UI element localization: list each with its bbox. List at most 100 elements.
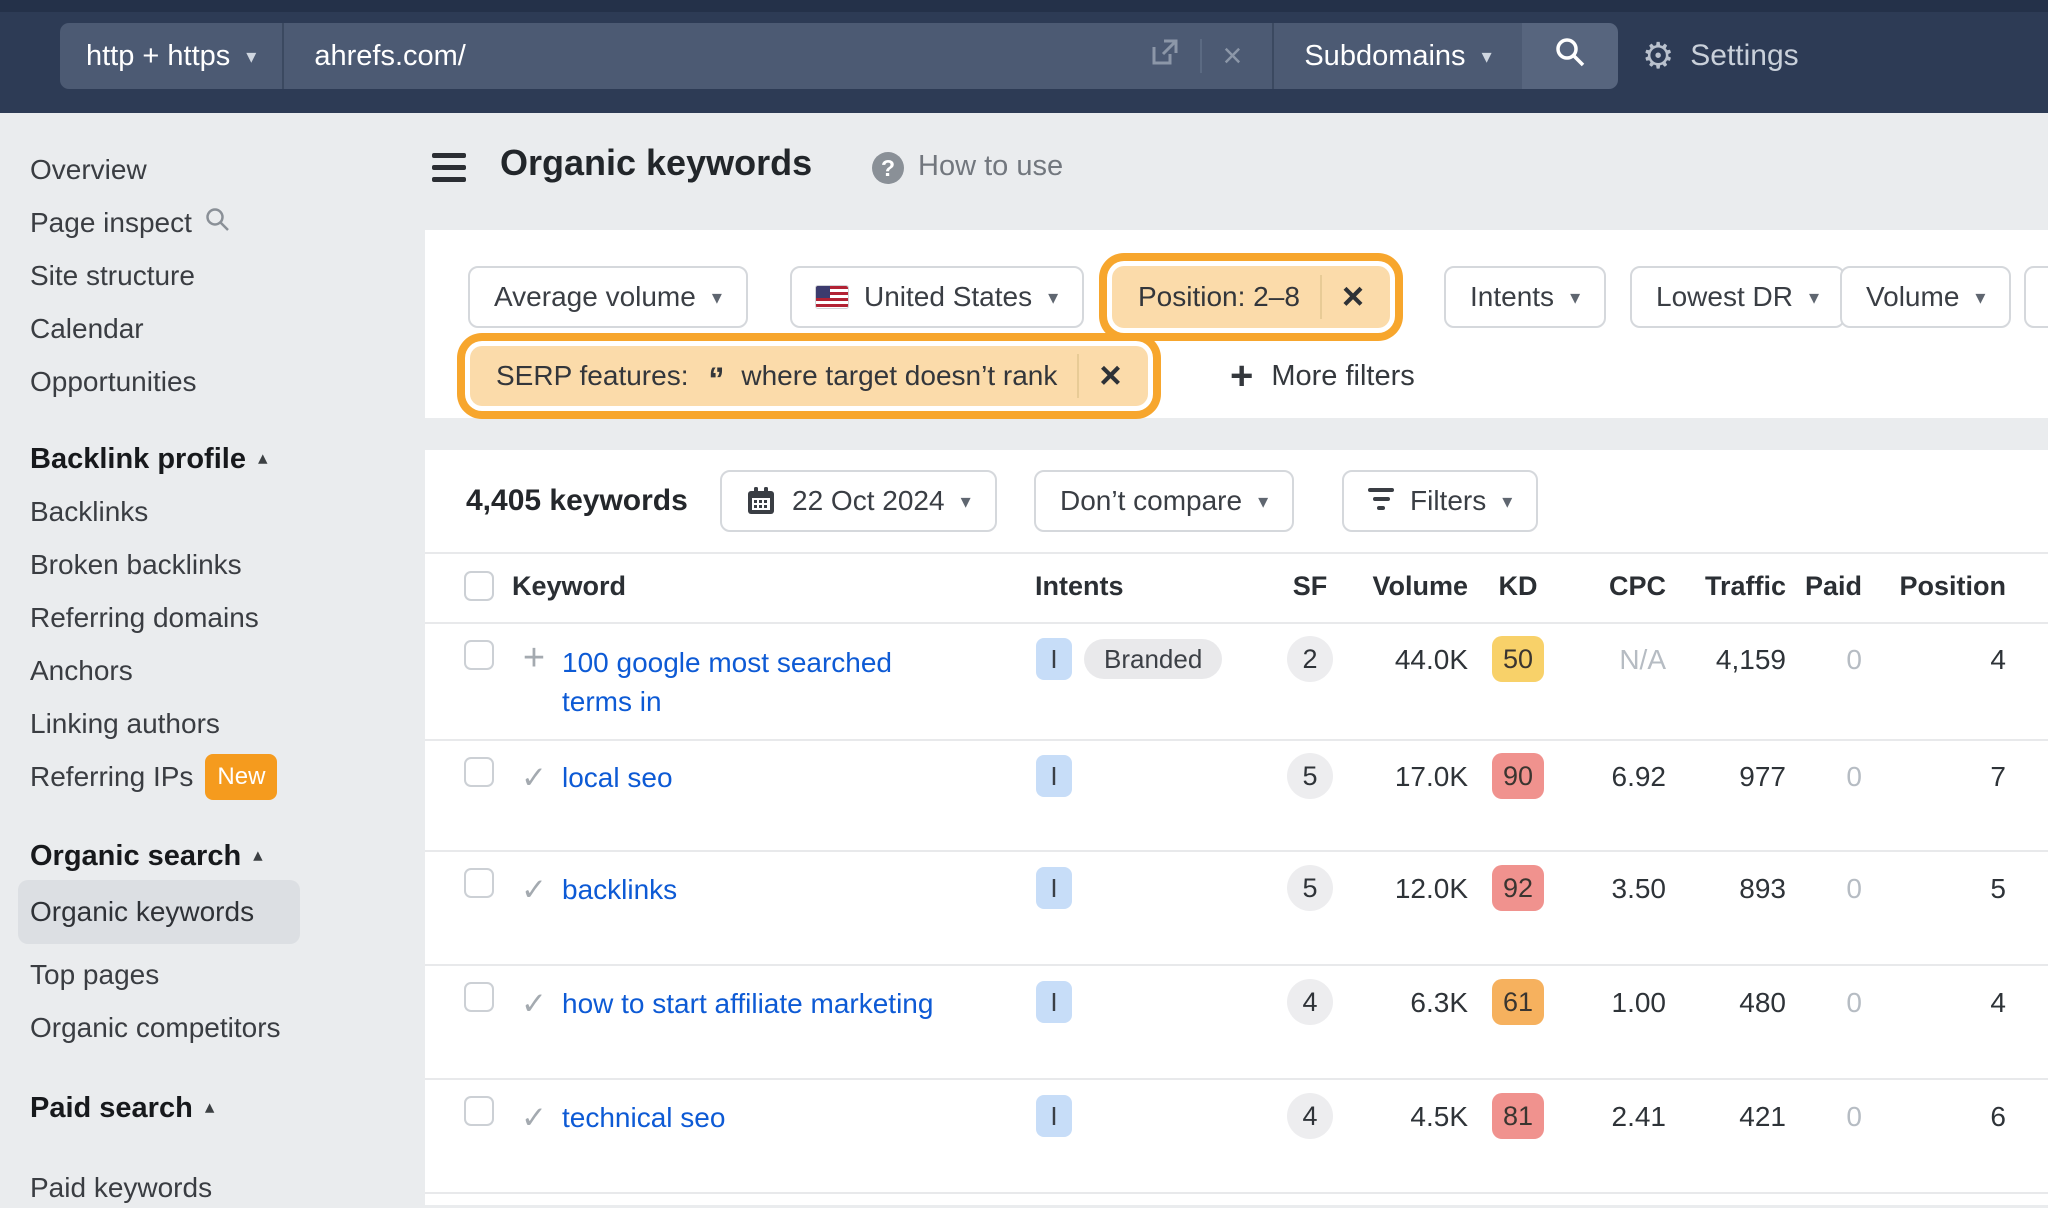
search-button[interactable]: [1521, 23, 1618, 89]
sidebar-item-opportunities[interactable]: Opportunities: [30, 362, 197, 402]
column-header-intents[interactable]: Intents: [1035, 566, 1124, 606]
menu-hamburger-icon[interactable]: [432, 153, 466, 189]
divider: [425, 739, 2048, 741]
filter-intents[interactable]: Intents ▾: [1444, 266, 1607, 328]
intent-badge: I: [1036, 867, 1072, 909]
divider: [1319, 275, 1322, 319]
sidebar-item-referring-domains[interactable]: Referring domains: [30, 598, 259, 638]
top-bar: http + https ▾ ahrefs.com/ × Subdomains …: [0, 0, 2048, 113]
position-cell: 4: [1990, 644, 2006, 675]
keyword-link[interactable]: local seo: [562, 758, 1022, 797]
sidebar-item-page-inspect[interactable]: Page inspect: [30, 203, 230, 243]
volume-cell: 17.0K: [1394, 761, 1468, 792]
quote-icon: ‘’: [708, 361, 724, 400]
row-checkbox[interactable]: [464, 982, 494, 1012]
how-to-use-link[interactable]: How to use: [918, 150, 1063, 183]
paid-cell: 0: [1846, 873, 1862, 904]
chevron-down-icon: ▾: [1975, 286, 1986, 309]
sidebar-item-paid-keywords[interactable]: Paid keywords: [30, 1168, 212, 1208]
remove-filter-icon[interactable]: ×: [1099, 357, 1121, 395]
filter-volume[interactable]: Volume ▾: [1840, 266, 2012, 328]
filters-dropdown-button[interactable]: Filters ▾: [1342, 470, 1539, 532]
volume-cell: 6.3K: [1410, 987, 1468, 1018]
search-icon: [204, 203, 230, 243]
row-checkbox[interactable]: [464, 1096, 494, 1126]
window-edge: [0, 0, 2048, 12]
mode-dropdown-label: Subdomains: [1304, 39, 1466, 72]
target-search-bar: http + https ▾ ahrefs.com/ × Subdomains …: [60, 23, 1618, 89]
sidebar-item-organic-competitors[interactable]: Organic competitors: [30, 1008, 281, 1048]
column-header-paid[interactable]: Paid: [1712, 566, 1862, 606]
protocol-dropdown-label: http + https: [86, 39, 231, 72]
sidebar-section-organic-search[interactable]: Organic search ▴: [30, 836, 263, 876]
row-checkbox[interactable]: [464, 868, 494, 898]
divider: [1077, 354, 1080, 398]
target-url-input[interactable]: ahrefs.com/ ×: [282, 23, 1273, 89]
sidebar-item-overview[interactable]: Overview: [30, 150, 147, 190]
funnel-icon: [1368, 487, 1394, 515]
mode-dropdown[interactable]: Subdomains ▾: [1272, 23, 1522, 89]
open-external-icon[interactable]: [1150, 37, 1180, 75]
intent-badge: I: [1036, 638, 1072, 680]
filter-lowest-dr[interactable]: Lowest DR ▾: [1630, 266, 1845, 328]
help-icon[interactable]: ?: [872, 152, 904, 184]
sidebar-item-top-pages[interactable]: Top pages: [30, 955, 159, 995]
remove-filter-icon[interactable]: ×: [1342, 278, 1364, 316]
row-checkbox[interactable]: [464, 640, 494, 670]
search-icon: [1554, 36, 1586, 76]
keyword-link[interactable]: technical seo: [562, 1098, 1022, 1137]
column-header-position[interactable]: Position: [1856, 566, 2007, 606]
keyword-count: 4,405 keywords: [466, 484, 688, 517]
position-cell: 4: [1990, 987, 2006, 1018]
settings-button[interactable]: ⚙ Settings: [1642, 30, 1799, 82]
chevron-down-icon: ▾: [1808, 286, 1819, 309]
sidebar-section-backlink-profile[interactable]: Backlink profile ▴: [30, 439, 268, 479]
added-check-icon: ✓: [521, 760, 547, 795]
sidebar-item-anchors[interactable]: Anchors: [30, 651, 133, 691]
sidebar-item-calendar[interactable]: Calendar: [30, 309, 144, 349]
sidebar-item-linking-authors[interactable]: Linking authors: [30, 704, 220, 744]
chevron-up-icon: ▴: [257, 448, 268, 469]
filter-country[interactable]: United States ▾: [790, 266, 1085, 328]
keyword-link[interactable]: 100 google most searched terms in: [562, 643, 907, 721]
sidebar-item-backlinks[interactable]: Backlinks: [30, 492, 148, 532]
calendar-icon: [746, 486, 776, 516]
sidebar-item-organic-keywords[interactable]: Organic keywords: [18, 880, 300, 944]
chevron-up-icon: ▴: [204, 1097, 215, 1118]
chevron-down-icon: ▾: [1502, 490, 1513, 513]
filter-kd[interactable]: KD ▾: [2024, 266, 2048, 328]
added-check-icon: ✓: [521, 1100, 547, 1135]
select-all-checkbox[interactable]: [464, 571, 494, 601]
paid-cell: 0: [1846, 987, 1862, 1018]
new-badge: New: [205, 754, 278, 800]
sidebar-item-site-structure[interactable]: Site structure: [30, 256, 195, 296]
intent-badge: I: [1036, 755, 1072, 797]
compare-dropdown[interactable]: Don’t compare ▾: [1034, 470, 1295, 532]
clear-input-icon[interactable]: ×: [1222, 39, 1242, 73]
position-cell: 7: [1990, 761, 2006, 792]
column-header-keyword[interactable]: Keyword: [512, 566, 626, 606]
add-keyword-icon[interactable]: +: [514, 636, 554, 680]
page-title: Organic keywords: [500, 142, 813, 183]
filter-position-active[interactable]: Position: 2–8 ×: [1112, 266, 1391, 328]
keyword-link[interactable]: backlinks: [562, 870, 1022, 909]
sidebar-section-paid-search[interactable]: Paid search ▴: [30, 1088, 214, 1128]
filter-average-volume[interactable]: Average volume ▾: [468, 266, 748, 328]
keyword-link[interactable]: how to start affiliate marketing: [562, 984, 1022, 1023]
protocol-dropdown[interactable]: http + https ▾: [60, 23, 283, 89]
more-filters-button[interactable]: + More filters: [1230, 356, 1415, 396]
intent-branded-badge: Branded: [1084, 639, 1223, 679]
sidebar-item-referring-ips[interactable]: Referring IPs New: [30, 754, 278, 800]
chevron-up-icon: ▴: [253, 845, 263, 866]
filter-serp-features-active[interactable]: SERP features: ‘’ where target doesn’t r…: [470, 346, 1148, 406]
position-cell: 5: [1990, 873, 2006, 904]
intent-badge: I: [1036, 1095, 1072, 1137]
row-checkbox[interactable]: [464, 757, 494, 787]
us-flag-icon: [815, 285, 849, 309]
date-picker-button[interactable]: 22 Oct 2024 ▾: [720, 470, 997, 532]
divider: [425, 552, 2048, 554]
column-header-volume[interactable]: Volume: [1318, 566, 1468, 606]
sidebar-item-broken-backlinks[interactable]: Broken backlinks: [30, 545, 242, 585]
chevron-down-icon: ▾: [960, 490, 971, 513]
settings-label: Settings: [1690, 39, 1799, 72]
